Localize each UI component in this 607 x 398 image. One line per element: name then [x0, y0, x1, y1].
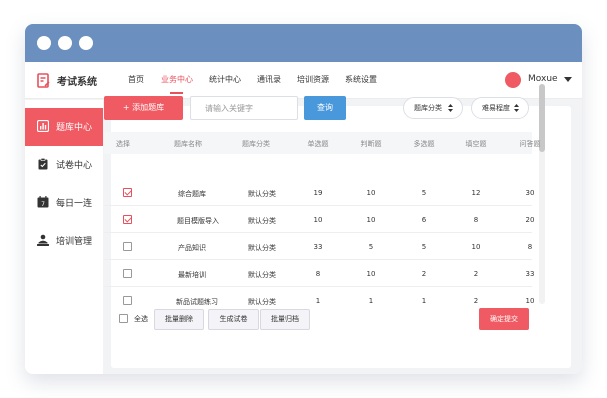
nav-item-statistics[interactable]: 统计中心	[209, 74, 241, 85]
judge-cell: 1	[368, 297, 374, 305]
fill-blank-cell: 2	[473, 270, 479, 278]
nav-item-contacts[interactable]: 通讯录	[257, 74, 281, 85]
multi-choice-cell: 5	[421, 243, 427, 251]
difficulty-filter-select[interactable]: 难易程度	[471, 97, 529, 119]
table-header: 选择 题库名称 题库分类 单选题 判断题 多选题 填空题 问答题	[104, 132, 541, 154]
sidebar-item-label: 试卷中心	[56, 161, 93, 171]
judge-cell: 5	[368, 243, 374, 251]
column-header: 问答题	[519, 140, 541, 148]
top-navigation: 考试系统 首页 业务中心 统计中心 通讯录 培训资源 系统设置 Moxue	[25, 62, 582, 99]
sidebar-item-exam-papers[interactable]: 试卷中心	[25, 146, 103, 184]
nav-item-home[interactable]: 首页	[128, 74, 144, 85]
category-cell: 默认分类	[248, 271, 276, 279]
judge-cell: 10	[366, 216, 376, 224]
fill-blank-cell: 10	[471, 243, 481, 251]
row-checkbox[interactable]	[123, 242, 132, 251]
row-checkbox[interactable]	[123, 215, 132, 224]
select-all-checkbox[interactable]	[119, 314, 128, 323]
bank-name-cell: 最新培训	[178, 271, 206, 279]
table-row[interactable]: 题目模版导入 默认分类 10 10 6 8 20	[104, 206, 535, 233]
single-choice-cell: 8	[315, 270, 321, 278]
bank-name-cell: 题目模版导入	[177, 217, 219, 225]
bank-name-cell: 产品知识	[178, 244, 206, 252]
column-header: 题库分类	[242, 140, 270, 148]
bar-chart-icon	[37, 120, 49, 132]
nav-item-business[interactable]: 业务中心	[161, 74, 193, 85]
sidebar-item-label: 培训管理	[56, 237, 93, 247]
active-tab-indicator	[170, 92, 183, 94]
fill-blank-cell: 12	[471, 189, 481, 197]
search-button[interactable]: 查询	[304, 96, 346, 120]
window-dot-icon[interactable]	[37, 36, 51, 50]
table-row[interactable]: 综合题库 默认分类 19 10 5 12 30	[104, 179, 535, 206]
sidebar-item-daily-practice[interactable]: 7 每日一连	[25, 184, 103, 222]
column-header: 选择	[116, 140, 130, 148]
qa-cell: 33	[525, 270, 535, 278]
column-header: 题库名称	[174, 140, 202, 148]
confirm-submit-button[interactable]: 确定提交	[479, 308, 529, 330]
sidebar-item-label: 每日一连	[56, 199, 93, 209]
column-header: 单选题	[307, 140, 329, 148]
window-dot-icon[interactable]	[79, 36, 93, 50]
window-dot-icon[interactable]	[58, 36, 72, 50]
sidebar-item-label: 题库中心	[56, 123, 93, 133]
table-row[interactable]: 最新培训 默认分类 8 10 2 2 33	[104, 260, 535, 287]
judge-cell: 10	[366, 270, 376, 278]
multi-choice-cell: 2	[421, 270, 427, 278]
column-header: 多选题	[413, 140, 435, 148]
window-titlebar	[25, 24, 582, 62]
single-choice-cell: 19	[313, 189, 323, 197]
row-checkbox[interactable]	[123, 296, 132, 305]
qa-cell: 30	[525, 189, 535, 197]
qa-cell: 10	[525, 297, 535, 305]
row-checkbox[interactable]	[123, 188, 132, 197]
clipboard-icon	[38, 158, 48, 170]
qa-cell: 8	[527, 243, 533, 251]
table-row[interactable]: 产品知识 默认分类 33 5 5 10 8	[104, 233, 532, 260]
sort-arrows-icon	[448, 104, 453, 112]
nav-item-training-resources[interactable]: 培训资源	[297, 74, 329, 85]
app-title: 考试系统	[57, 77, 97, 88]
sidebar-item-question-bank[interactable]: 题库中心	[25, 108, 103, 146]
column-header: 填空题	[465, 140, 487, 148]
category-cell: 默认分类	[248, 190, 276, 198]
avatar[interactable]	[505, 72, 521, 88]
single-choice-cell: 1	[315, 297, 321, 305]
category-cell: 默认分类	[248, 244, 276, 252]
fill-blank-cell: 2	[473, 297, 479, 305]
category-cell: 默认分类	[248, 298, 276, 306]
batch-delete-button[interactable]: 批量删除	[154, 309, 204, 330]
category-cell: 默认分类	[248, 217, 276, 225]
sidebar-item-training-management[interactable]: 培训管理	[25, 222, 103, 260]
generate-paper-button[interactable]: 生成试卷	[208, 309, 259, 330]
single-choice-cell: 33	[313, 243, 323, 251]
row-checkbox[interactable]	[123, 269, 132, 278]
multi-choice-cell: 6	[421, 216, 427, 224]
username[interactable]: Moxue	[528, 74, 558, 84]
column-header: 判断题	[360, 140, 382, 148]
batch-archive-button[interactable]: 批量归档	[260, 309, 310, 330]
sort-arrows-icon	[514, 104, 519, 112]
category-filter-label: 题库分类	[414, 104, 442, 112]
svg-text:7: 7	[41, 201, 45, 208]
search-input[interactable]	[190, 96, 298, 120]
logo-icon	[37, 73, 50, 88]
difficulty-filter-label: 难易程度	[482, 104, 510, 112]
trainer-icon	[37, 234, 49, 246]
single-choice-cell: 10	[313, 216, 323, 224]
sidebar: 题库中心 试卷中心 7 每日一连 培训管理	[25, 100, 103, 374]
fill-blank-cell: 8	[473, 216, 479, 224]
select-all-label[interactable]: 全选	[134, 314, 148, 324]
bank-name-cell: 新品试题练习	[176, 298, 218, 306]
nav-item-settings[interactable]: 系统设置	[345, 74, 377, 85]
qa-cell: 20	[525, 216, 535, 224]
multi-choice-cell: 1	[421, 297, 427, 305]
judge-cell: 10	[366, 189, 376, 197]
bank-name-cell: 综合题库	[178, 190, 206, 198]
calendar-icon: 7	[37, 196, 49, 208]
category-filter-select[interactable]: 题库分类	[403, 97, 463, 119]
add-question-bank-button[interactable]: + 添加题库	[104, 96, 183, 120]
chevron-down-icon[interactable]	[564, 77, 572, 82]
multi-choice-cell: 5	[421, 189, 427, 197]
